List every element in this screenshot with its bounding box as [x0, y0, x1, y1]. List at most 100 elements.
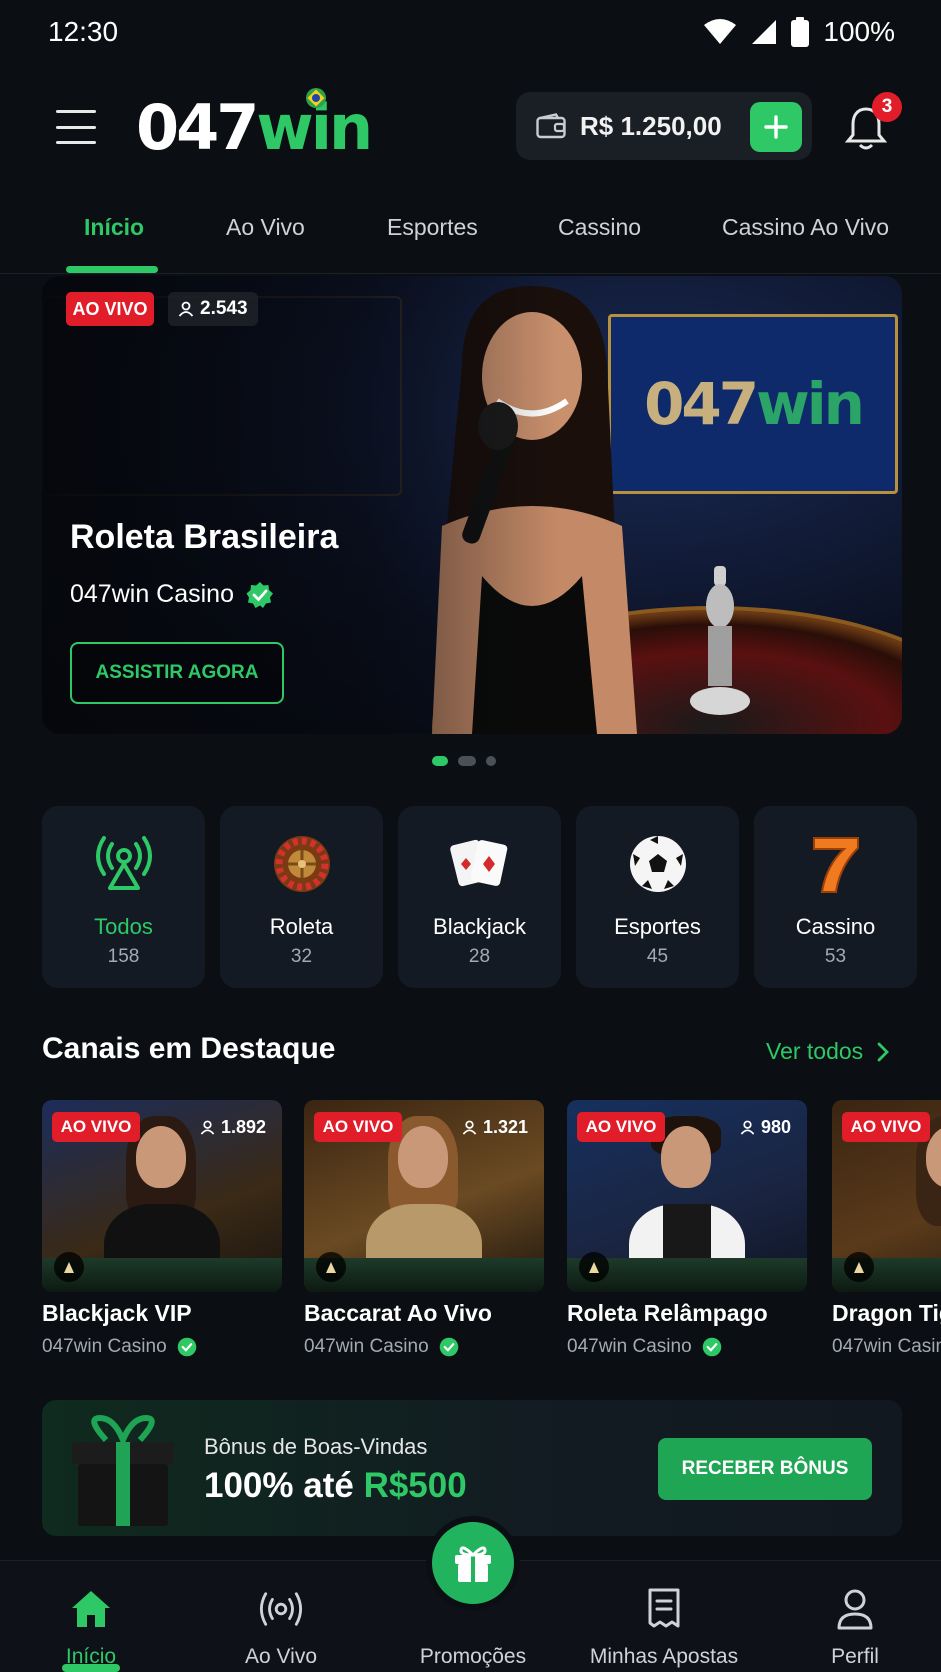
viewer-count: 980: [734, 1112, 797, 1142]
viewer-count: 1.321: [456, 1112, 534, 1142]
verified-icon: [177, 1337, 196, 1357]
tab-inicio[interactable]: Início: [84, 214, 144, 241]
wallet-balance[interactable]: R$ 1.250,00: [516, 92, 812, 160]
battery-level: 100%: [823, 16, 895, 47]
user-icon: [740, 1120, 755, 1135]
channel-thumbnail: AO VIVO 1.321: [304, 1100, 544, 1292]
category-count: 158: [107, 946, 140, 967]
plus-icon: [764, 115, 788, 139]
nav-ao-vivo[interactable]: Ao Vivo: [201, 1561, 361, 1672]
category-blackjack[interactable]: Blackjack 28: [398, 806, 561, 988]
deposit-button[interactable]: [750, 102, 802, 152]
wallet-icon: [536, 113, 566, 139]
status-bar: 12:30 100%: [0, 0, 941, 64]
channel-provider: 047win Casino: [304, 1336, 459, 1358]
hero-title: Roleta Brasileira: [70, 518, 339, 556]
carousel-dot[interactable]: [432, 756, 448, 766]
notification-badge: 3: [872, 92, 902, 122]
channel-card[interactable]: AO VIVO Dragon Tiger 047win Casino: [832, 1100, 941, 1368]
tab-esportes[interactable]: Esportes: [387, 214, 478, 241]
channel-name: Baccarat Ao Vivo: [304, 1300, 492, 1326]
active-tab-indicator: [66, 266, 158, 273]
category-cassino[interactable]: Cassino 53: [754, 806, 917, 988]
tab-cassino-ao-vivo[interactable]: Cassino Ao Vivo: [722, 214, 889, 241]
nav-inicio[interactable]: Início: [11, 1561, 171, 1672]
featured-channels: AO VIVO 1.892 Blackjack VIP 047win Casin…: [42, 1100, 941, 1368]
nav-perfil[interactable]: Perfil: [775, 1561, 935, 1672]
verified-icon: [439, 1337, 458, 1357]
broadcast-icon: [259, 1587, 303, 1631]
status-icons: 100%: [703, 16, 895, 48]
channel-thumbnail: AO VIVO 980: [567, 1100, 807, 1292]
brazil-flag-icon: [306, 88, 326, 108]
carousel-dot[interactable]: [458, 756, 476, 766]
dealer-icon: [844, 1252, 874, 1282]
user-icon: [200, 1120, 215, 1135]
nav-label: Perfil: [831, 1645, 879, 1668]
category-grid: Todos 158 Roleta 32 Blackjack 28 Esporte…: [42, 806, 917, 988]
gift-box-icon: [72, 1414, 174, 1526]
chevron-right-icon: [877, 1042, 890, 1061]
dealer-icon: [54, 1252, 84, 1282]
signal-icon: [752, 20, 777, 44]
category-roleta[interactable]: Roleta 32: [220, 806, 383, 988]
balance-amount: R$ 1.250,00: [580, 110, 722, 141]
dealer-icon: [579, 1252, 609, 1282]
nav-label: Minhas Apostas: [589, 1645, 739, 1668]
channel-thumbnail: AO VIVO: [832, 1100, 941, 1292]
live-broadcast-icon: [92, 832, 156, 896]
hero-banner[interactable]: 047win AO VIVO 2.543 Roleta Brasileira 0…: [42, 276, 902, 734]
bonus-headline: 100% até R$500: [204, 1466, 467, 1505]
verified-icon: [246, 581, 273, 608]
user-icon: [833, 1587, 877, 1631]
live-badge: AO VIVO: [314, 1112, 402, 1142]
viewer-count: 1.892: [194, 1112, 272, 1142]
viewer-count: 2.543: [168, 292, 258, 326]
battery-icon: [791, 17, 810, 47]
wifi-icon: [704, 19, 737, 44]
see-all-link[interactable]: Ver todos: [766, 1038, 890, 1065]
gift-icon: [455, 1546, 491, 1582]
channel-name: Dragon Tiger: [832, 1300, 941, 1326]
channel-card[interactable]: AO VIVO 980 Roleta Relâmpago 047win Casi…: [567, 1100, 807, 1368]
category-label: Roleta: [269, 914, 334, 939]
seven-icon: [804, 832, 868, 896]
category-label: Blackjack: [433, 914, 526, 939]
category-label: Todos: [94, 914, 153, 939]
section-title: Canais em Destaque: [42, 1032, 336, 1065]
nav-minhas-apostas[interactable]: Minhas Apostas: [584, 1561, 744, 1672]
category-esportes[interactable]: Esportes 45: [576, 806, 739, 988]
active-nav-indicator: [62, 1664, 120, 1672]
live-badge: AO VIVO: [842, 1112, 930, 1142]
category-count: 45: [646, 946, 669, 967]
menu-button[interactable]: [56, 110, 96, 144]
status-time: 12:30: [48, 16, 119, 47]
channel-name: Roleta Relâmpago: [567, 1300, 768, 1326]
logo[interactable]: 047 win: [136, 88, 373, 164]
live-badge: AO VIVO: [66, 292, 154, 326]
live-badge: AO VIVO: [577, 1112, 665, 1142]
carousel-dot[interactable]: [486, 756, 496, 766]
claim-bonus-button[interactable]: RECEBER BÔNUS: [658, 1438, 872, 1500]
category-label: Esportes: [614, 914, 701, 939]
user-icon: [462, 1120, 477, 1135]
bonus-subtitle: Bônus de Boas-Vindas: [204, 1434, 428, 1459]
roulette-icon: [270, 832, 334, 896]
channel-provider: 047win Casino: [832, 1336, 941, 1357]
carousel-indicator: [432, 756, 496, 766]
tab-cassino[interactable]: Cassino: [558, 214, 641, 241]
channel-card[interactable]: AO VIVO 1.321 Baccarat Ao Vivo 047win Ca…: [304, 1100, 544, 1368]
user-icon: [178, 301, 194, 317]
live-badge: AO VIVO: [52, 1112, 140, 1142]
channel-name: Blackjack VIP: [42, 1300, 192, 1326]
tab-ao-vivo[interactable]: Ao Vivo: [226, 214, 305, 241]
category-todos[interactable]: Todos 158: [42, 806, 205, 988]
channel-card[interactable]: AO VIVO 1.892 Blackjack VIP 047win Casin…: [42, 1100, 282, 1368]
channel-provider: 047win Casino: [567, 1336, 722, 1358]
watch-now-button[interactable]: ASSISTIR AGORA: [70, 642, 284, 704]
category-count: 28: [468, 946, 491, 967]
home-icon: [69, 1587, 113, 1631]
promotions-fab[interactable]: [426, 1516, 520, 1610]
hero-provider: 047win Casino: [70, 580, 274, 609]
verified-icon: [702, 1337, 721, 1357]
